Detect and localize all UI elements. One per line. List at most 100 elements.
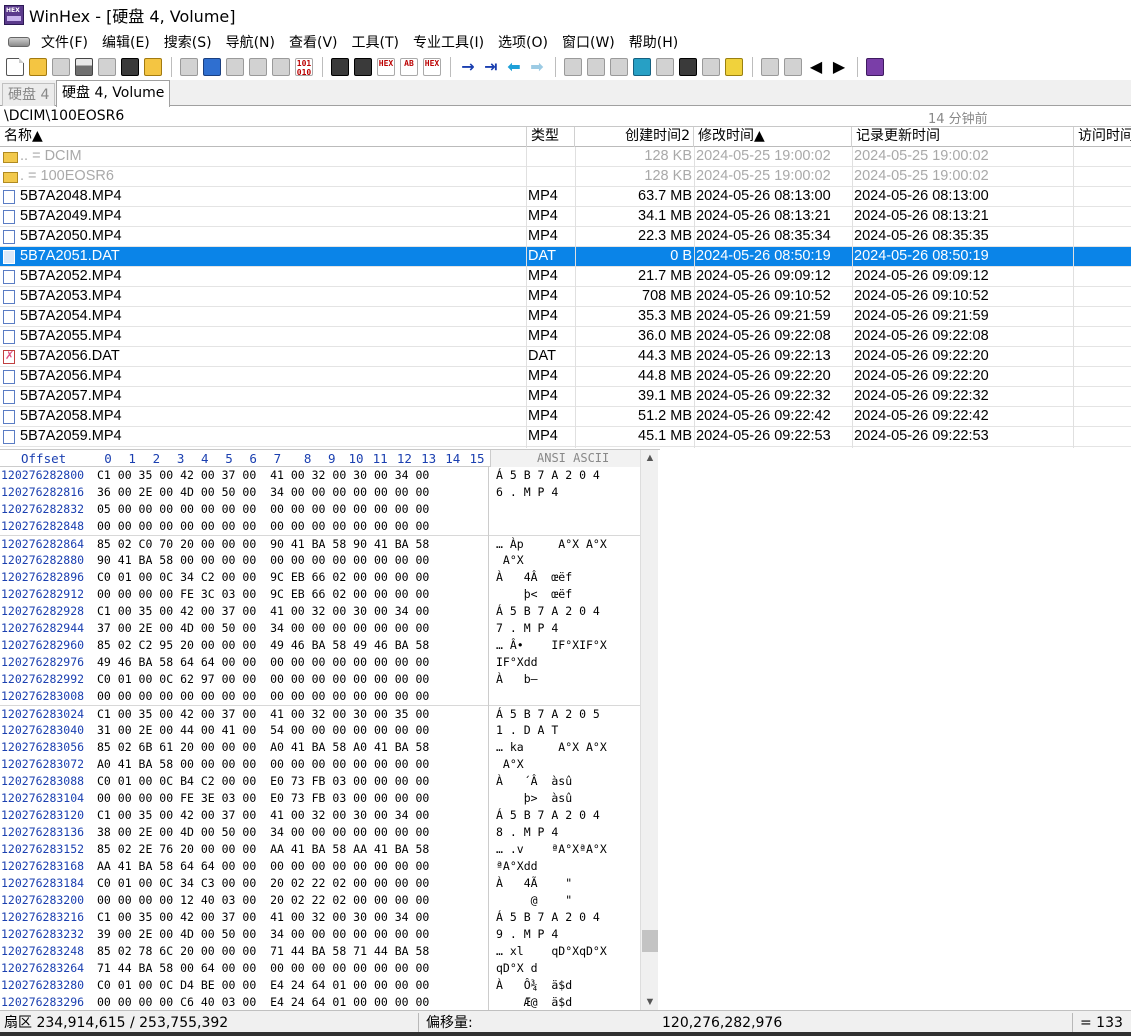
ascii-text[interactable]: Á 5 B 7 A 2 0 4: [496, 467, 640, 484]
properties-icon[interactable]: [98, 58, 116, 76]
hex-bytes[interactable]: 85 02 C2 95 20 00 00 00 49 46 BA 58 49 4…: [97, 637, 485, 654]
find-hex-values-icon[interactable]: HEX: [377, 58, 395, 76]
hex-row[interactable]: 120276283136 38 00 2E 00 4D 00 50 00 34 0…: [0, 824, 640, 841]
ascii-text[interactable]: þ< œëf: [496, 586, 640, 603]
hex-bytes[interactable]: 00 00 00 00 FE 3C 03 00 9C EB 66 02 00 0…: [97, 586, 485, 603]
hex-editor[interactable]: Offset 0 1 2 3 4 5 6 7 8 9 10 11 12 13 14 15 ANSI ASCII…: [0, 449, 660, 1010]
hex-row[interactable]: 120276282880 90 41 BA 58 00 00 00 00 00 0…: [0, 552, 640, 569]
hex-row[interactable]: 120276283008 00 00 00 00 00 00 00 00 00 0…: [0, 688, 640, 705]
hex-row[interactable]: 120276283248 85 02 78 6C 20 00 00 00 71 4…: [0, 943, 640, 960]
ascii-text[interactable]: À 4Â œëf: [496, 569, 640, 586]
file-row[interactable]: 5B7A2057.MP4 MP4 39.1 MB 2024-05-26 09:22:3…: [0, 387, 1131, 407]
menu-tools[interactable]: 工具(T): [345, 32, 406, 52]
file-row[interactable]: 5B7A2059.MP4 MP4 45.1 MB 2024-05-26 09:22:5…: [0, 427, 1131, 447]
hex-row[interactable]: 120276282944 37 00 2E 00 4D 00 50 00 34 0…: [0, 620, 640, 637]
hex-row[interactable]: 120276283104 00 00 00 00 FE 3E 03 00 E0 7…: [0, 790, 640, 807]
ascii-text[interactable]: Æ@ ä$d: [496, 994, 640, 1010]
hex-row[interactable]: 120276283152 85 02 2E 76 20 00 00 00 AA 4…: [0, 841, 640, 858]
find-text-icon[interactable]: [331, 58, 349, 76]
hex-copy-icon[interactable]: 101 010: [295, 58, 313, 77]
hex-bytes[interactable]: 38 00 2E 00 4D 00 50 00 34 00 00 00 00 0…: [97, 824, 485, 841]
file-row[interactable]: 5B7A2052.MP4 MP4 21.7 MB 2024-05-26 09:09:1…: [0, 267, 1131, 287]
hex-bytes[interactable]: 49 46 BA 58 64 64 00 00 00 00 00 00 00 0…: [97, 654, 485, 671]
column-size[interactable]: 创建时间2: [575, 127, 694, 147]
ascii-text[interactable]: A°X: [496, 552, 640, 569]
file-row[interactable]: 5B7A2054.MP4 MP4 35.3 MB 2024-05-26 09:21:5…: [0, 307, 1131, 327]
file-row[interactable]: 5B7A2056.MP4 MP4 44.8 MB 2024-05-26 09:22:2…: [0, 367, 1131, 387]
replace-text-icon[interactable]: AB: [400, 58, 418, 76]
tab-disk-4[interactable]: 硬盘 4: [2, 83, 56, 106]
ascii-text[interactable]: À 4Ã ": [496, 875, 640, 892]
column-accessed[interactable]: 访问时间: [1074, 127, 1131, 147]
options-icon[interactable]: [121, 58, 139, 76]
snapshot-icon[interactable]: [679, 58, 697, 76]
ascii-text[interactable]: … Â• IF°XIF°X: [496, 637, 640, 654]
hex-bytes[interactable]: 36 00 2E 00 4D 00 50 00 34 00 00 00 00 0…: [97, 484, 485, 501]
hex-bytes[interactable]: 00 00 00 00 FE 3E 03 00 E0 73 FB 03 00 0…: [97, 790, 485, 807]
ascii-text[interactable]: ªA°Xdd: [496, 858, 640, 875]
hex-bytes[interactable]: C1 00 35 00 42 00 37 00 41 00 32 00 30 0…: [97, 603, 485, 620]
hex-bytes[interactable]: C1 00 35 00 42 00 37 00 41 00 32 00 30 0…: [97, 807, 485, 824]
hex-row[interactable]: 120276283168 AA 41 BA 58 64 64 00 00 00 0…: [0, 858, 640, 875]
column-name[interactable]: 名称▲: [0, 127, 527, 147]
ascii-text[interactable]: 7 . M P 4: [496, 620, 640, 637]
menu-options[interactable]: 选项(O): [491, 32, 555, 52]
file-row[interactable]: 5B7A2049.MP4 MP4 34.1 MB 2024-05-26 08:13:2…: [0, 207, 1131, 227]
ascii-text[interactable]: … .v ªA°XªA°X: [496, 841, 640, 858]
hex-bytes[interactable]: A0 41 BA 58 00 00 00 00 00 00 00 00 00 0…: [97, 756, 485, 773]
tab-disk-4-volume[interactable]: 硬盘 4, Volume: [56, 80, 171, 107]
hex-row[interactable]: 120276282992 C0 01 00 0C 62 97 00 00 00 0…: [0, 671, 640, 688]
replace-hex-icon[interactable]: HEX: [423, 58, 441, 76]
new-file-icon[interactable]: [6, 58, 24, 76]
file-row[interactable]: 5B7A2053.MP4 MP4 708 MB 2024-05-26 09:10:52…: [0, 287, 1131, 307]
help-book-icon[interactable]: [866, 58, 884, 76]
menu-window[interactable]: 窗口(W): [555, 32, 622, 52]
hex-row[interactable]: 120276282864 85 02 C0 70 20 00 00 00 90 4…: [0, 535, 640, 552]
hex-bytes[interactable]: 37 00 2E 00 4D 00 50 00 34 00 00 00 00 0…: [97, 620, 485, 637]
ascii-text[interactable]: 1 . D A T: [496, 722, 640, 739]
ascii-text[interactable]: 9 . M P 4: [496, 926, 640, 943]
hex-bytes[interactable]: 31 00 2E 00 44 00 41 00 54 00 00 00 00 0…: [97, 722, 485, 739]
hex-bytes[interactable]: 85 02 78 6C 20 00 00 00 71 44 BA 58 71 4…: [97, 943, 485, 960]
menu-edit[interactable]: 编辑(E): [95, 32, 157, 52]
file-row[interactable]: 5B7A2058.MP4 MP4 51.2 MB 2024-05-26 09:22:4…: [0, 407, 1131, 427]
ascii-text[interactable]: À b—: [496, 671, 640, 688]
next-icon[interactable]: ▶: [830, 58, 848, 76]
file-row[interactable]: 5B7A2055.MP4 MP4 36.0 MB 2024-05-26 09:22:0…: [0, 327, 1131, 347]
ascii-text[interactable]: Á 5 B 7 A 2 0 4: [496, 603, 640, 620]
prev-icon[interactable]: ◀: [807, 58, 825, 76]
search-disk-icon[interactable]: [656, 58, 674, 76]
ascii-text[interactable]: qD°X d: [496, 960, 640, 977]
hex-row[interactable]: 120276283216 C1 00 35 00 42 00 37 00 41 0…: [0, 909, 640, 926]
hex-bytes[interactable]: 05 00 00 00 00 00 00 00 00 00 00 00 00 0…: [97, 501, 485, 518]
hex-scrollbar[interactable]: ▲ ▼: [640, 450, 658, 1010]
file-row[interactable]: 5B7A2048.MP4 MP4 63.7 MB 2024-05-26 08:13:0…: [0, 187, 1131, 207]
back-icon[interactable]: ⬅: [505, 58, 523, 76]
hash-icon[interactable]: [725, 58, 743, 76]
hex-bytes[interactable]: C0 01 00 0C 34 C2 00 00 9C EB 66 02 00 0…: [97, 569, 485, 586]
hex-bytes[interactable]: C0 01 00 0C D4 BE 00 00 E4 24 64 01 00 0…: [97, 977, 485, 994]
ascii-text[interactable]: À Ô¾ ä$d: [496, 977, 640, 994]
column-record-updated[interactable]: 记录更新时间: [852, 127, 1074, 147]
open-disk-edit-icon[interactable]: [564, 58, 582, 76]
forward-icon[interactable]: ➡: [528, 58, 546, 76]
ascii-text[interactable]: þ> àsû: [496, 790, 640, 807]
ascii-text[interactable]: Á 5 B 7 A 2 0 4: [496, 807, 640, 824]
hex-row[interactable]: 120276283280 C0 01 00 0C D4 BE 00 00 E4 2…: [0, 977, 640, 994]
hex-bytes[interactable]: 00 00 00 00 00 00 00 00 00 00 00 00 00 0…: [97, 518, 485, 535]
menu-specialist-tools[interactable]: 专业工具(I): [406, 32, 491, 52]
hex-bytes[interactable]: 85 02 6B 61 20 00 00 00 A0 41 BA 58 A0 4…: [97, 739, 485, 756]
open-folder-icon[interactable]: [29, 58, 47, 76]
hex-row[interactable]: 120276283184 C0 01 00 0C 34 C3 00 00 20 0…: [0, 875, 640, 892]
cut-icon[interactable]: [226, 58, 244, 76]
hex-row[interactable]: 120276283264 71 44 BA 58 00 64 00 00 00 0…: [0, 960, 640, 977]
hex-bytes[interactable]: C0 01 00 0C 62 97 00 00 00 00 00 00 00 0…: [97, 671, 485, 688]
hex-row[interactable]: 120276282976 49 46 BA 58 64 64 00 00 00 0…: [0, 654, 640, 671]
write-icon[interactable]: [272, 58, 290, 76]
calculator-icon[interactable]: [633, 58, 651, 76]
print-icon[interactable]: [75, 58, 93, 76]
ram-icon[interactable]: [610, 58, 628, 76]
table-view-icon[interactable]: [784, 58, 802, 76]
menu-help[interactable]: 帮助(H): [622, 32, 685, 52]
file-row[interactable]: .. = DCIM 128 KB 2024-05-25 19:00:02 2024-0…: [0, 147, 1131, 167]
